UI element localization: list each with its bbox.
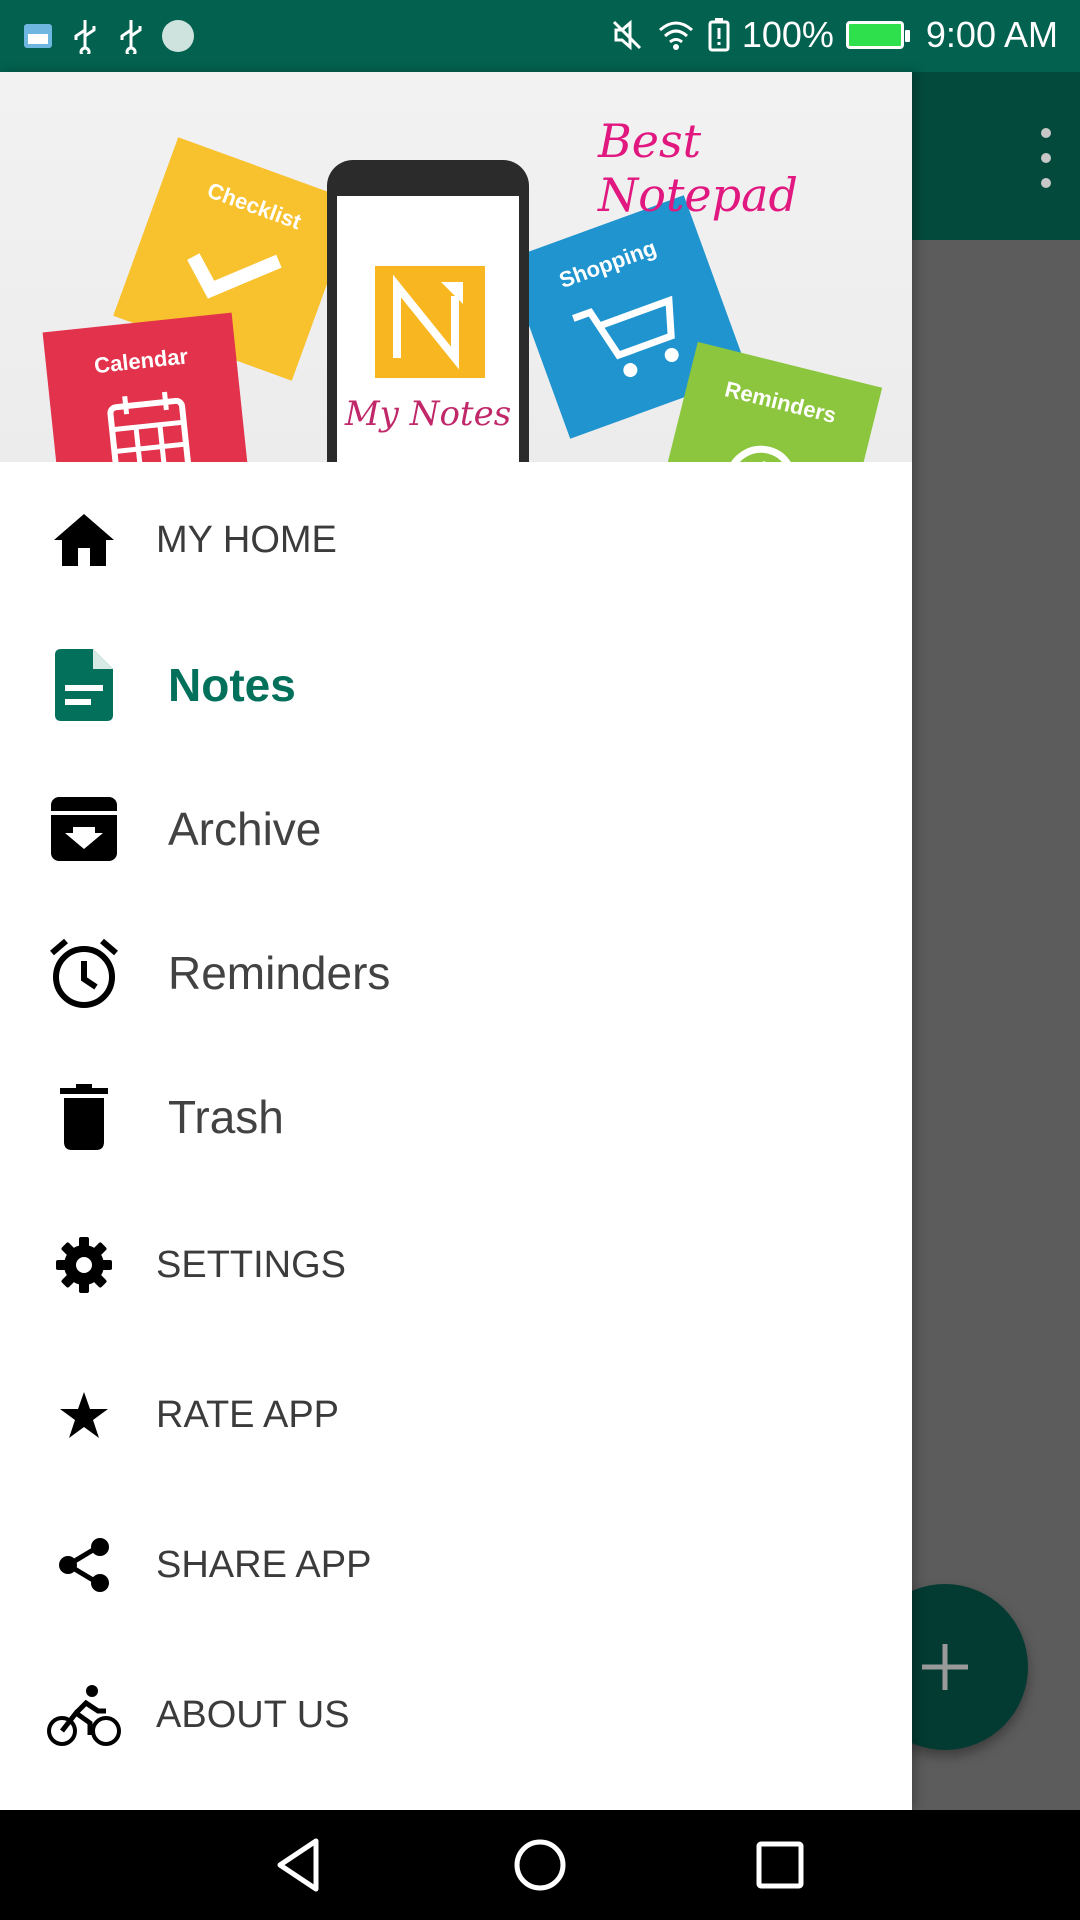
menu-item-label: MY HOME [156, 518, 337, 561]
wifi-icon [658, 21, 693, 50]
menu-item-archive[interactable]: Archive [0, 764, 912, 894]
overflow-menu-icon[interactable] [1032, 128, 1060, 188]
menu-item-my-home[interactable]: MY HOME [0, 480, 912, 600]
menu-item-label: Notes [168, 659, 296, 711]
home-icon [40, 496, 128, 584]
share-icon [40, 1521, 128, 1609]
battery-alert-icon [708, 18, 730, 52]
clock: 9:00 AM [925, 14, 1058, 55]
star-icon [40, 1371, 128, 1459]
phone-illustration: My Notes [327, 160, 529, 462]
battery-percent: 100% [741, 14, 834, 55]
menu-item-notes[interactable]: Notes [0, 620, 912, 750]
usb-icon [120, 20, 142, 54]
archive-icon [40, 785, 128, 873]
menu-item-about-us[interactable]: ABOUT US [0, 1650, 912, 1780]
usb-icon [74, 20, 96, 54]
checkmark-icon [187, 253, 282, 299]
battery-charging-icon [845, 21, 910, 49]
back-icon[interactable] [270, 1835, 330, 1895]
phone-app-title: My Notes [344, 394, 512, 434]
cloud-weather-icon [24, 24, 52, 48]
note-icon [40, 641, 128, 729]
menu-item-trash[interactable]: Trash [0, 1052, 912, 1182]
bicycle-icon [40, 1671, 128, 1759]
menu-item-label: RATE APP [156, 1393, 340, 1436]
drawer-header-banner: Checklist Calendar Shopping Reminders My… [0, 72, 912, 462]
calendar-icon [107, 391, 192, 462]
menu-item-label: SETTINGS [156, 1243, 347, 1286]
gear-icon [40, 1221, 128, 1309]
home-nav-icon[interactable] [510, 1835, 570, 1895]
menu-item-label: Trash [168, 1091, 284, 1143]
status-bar: 100% 9:00 AM [0, 0, 1080, 72]
recents-icon[interactable] [750, 1835, 810, 1895]
calendar-card: Calendar [42, 312, 252, 462]
app-logo-icon [375, 266, 485, 378]
brand-title: Best Notepad [598, 114, 798, 222]
menu-item-share-app[interactable]: SHARE APP [0, 1500, 912, 1630]
menu-item-reminders[interactable]: Reminders [0, 908, 912, 1038]
menu-item-label: SHARE APP [156, 1543, 372, 1586]
alarm-icon [40, 929, 128, 1017]
navigation-drawer: Checklist Calendar Shopping Reminders My… [0, 72, 912, 1810]
cart-icon [572, 295, 679, 378]
plus-icon [922, 1644, 968, 1690]
mute-icon [612, 19, 641, 51]
menu-item-label: Reminders [168, 947, 391, 999]
system-navigation-bar [0, 1810, 1080, 1920]
menu-item-rate-app[interactable]: RATE APP [0, 1350, 912, 1480]
menu-item-settings[interactable]: SETTINGS [0, 1200, 912, 1330]
dot-icon [162, 20, 194, 52]
trash-icon [40, 1073, 128, 1161]
menu-item-label: Archive [168, 803, 322, 855]
menu-item-label: ABOUT US [156, 1693, 350, 1736]
alarm-clock-icon [725, 445, 797, 462]
